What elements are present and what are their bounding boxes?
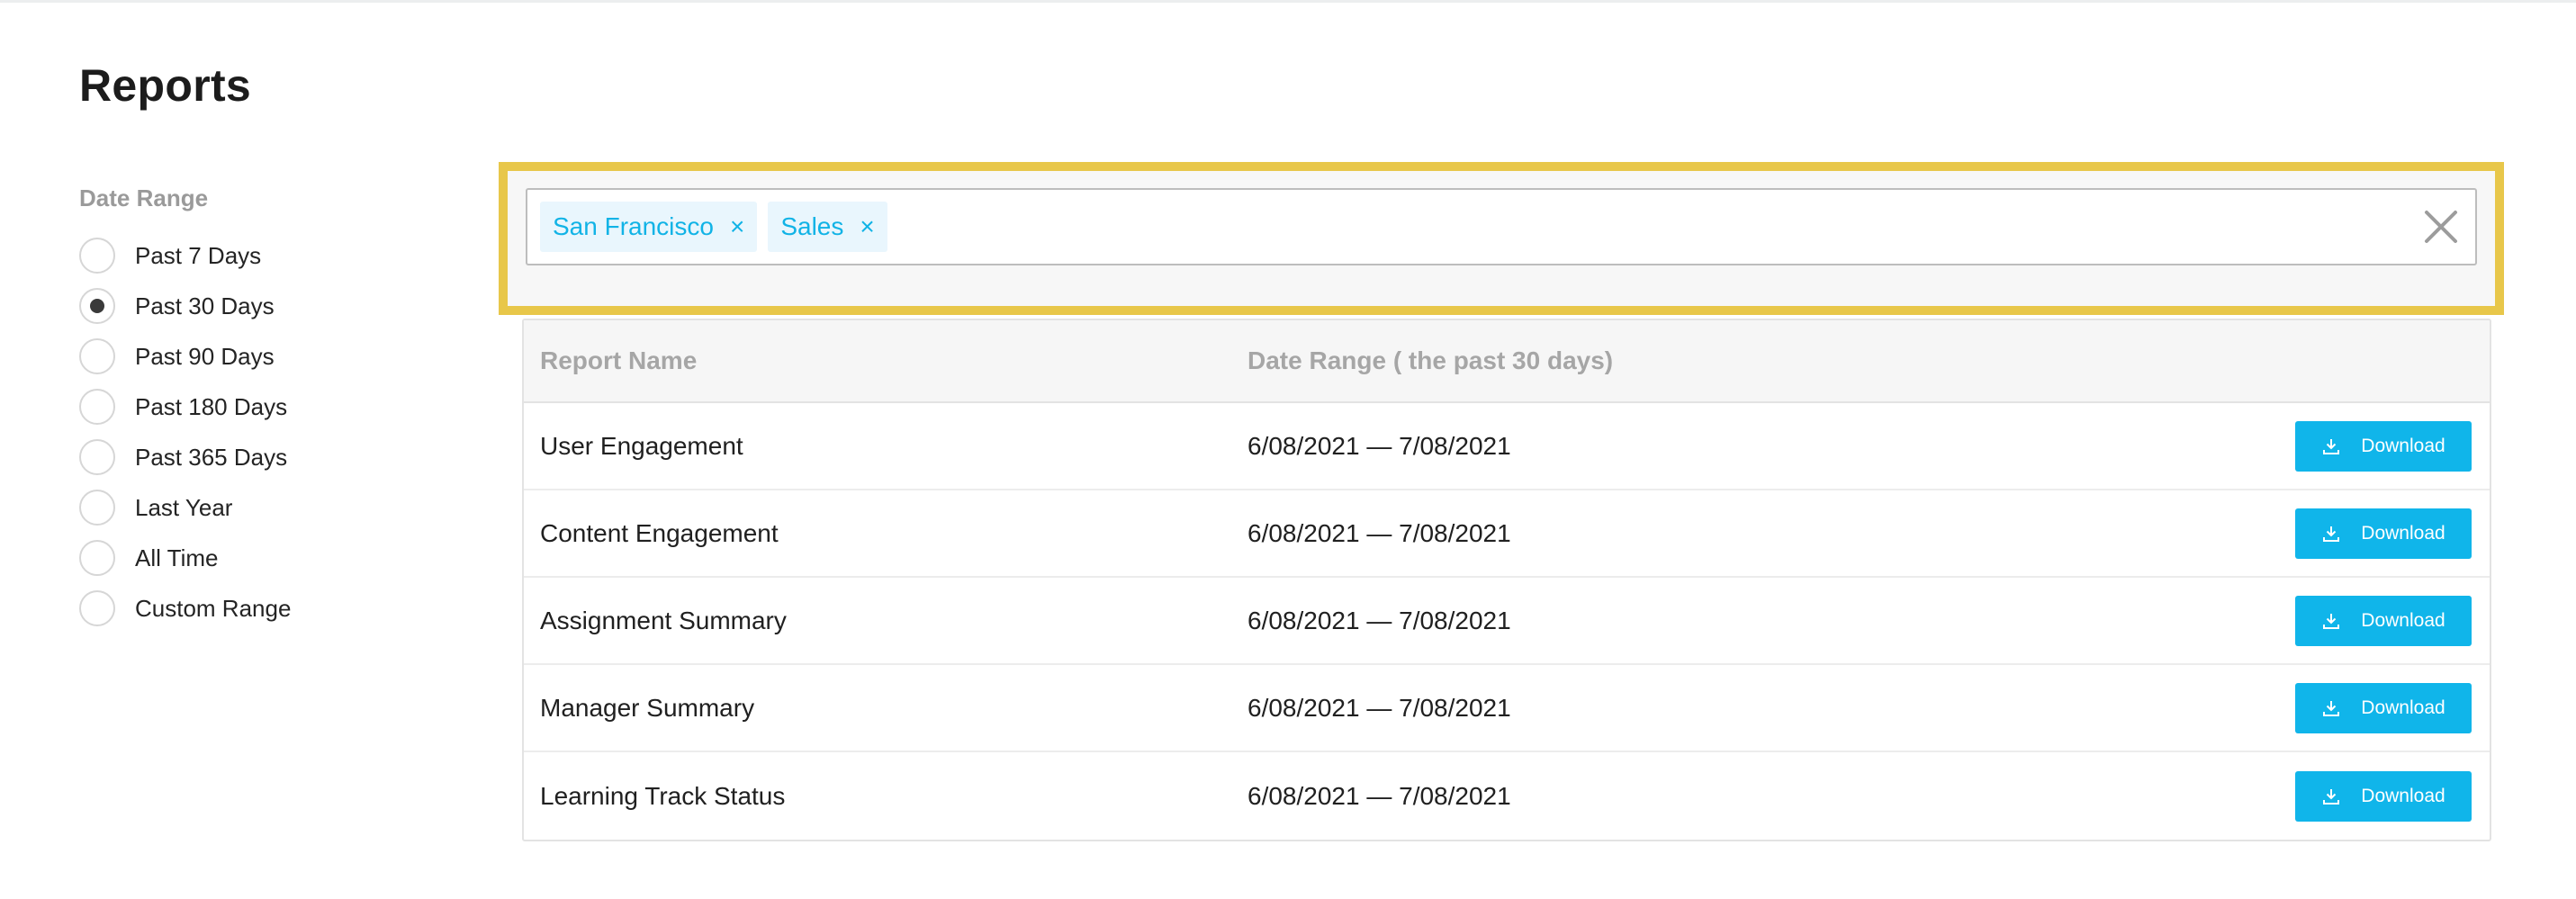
action-cell: Download xyxy=(2295,770,2490,822)
chip-label: San Francisco xyxy=(553,212,714,240)
radio-option-past-7-days[interactable]: Past 7 Days xyxy=(79,230,457,281)
page-title: Reports xyxy=(79,60,252,111)
radio-label: Custom Range xyxy=(135,594,292,622)
download-icon xyxy=(2323,526,2340,542)
radio-option-past-365-days[interactable]: Past 365 Days xyxy=(79,432,457,482)
radio-button[interactable] xyxy=(79,439,115,475)
download-label: Download xyxy=(2361,785,2445,806)
date-range-cell: 6/08/2021 — 7/08/2021 xyxy=(1247,606,1511,634)
chip-label: Sales xyxy=(780,212,844,240)
download-icon xyxy=(2323,613,2340,629)
download-label: Download xyxy=(2361,609,2445,631)
close-icon xyxy=(2425,211,2457,243)
table-row: Assignment Summary 6/08/2021 — 7/08/2021… xyxy=(524,578,2490,665)
chip-remove-icon[interactable]: × xyxy=(860,214,874,239)
date-range-cell: 6/08/2021 — 7/08/2021 xyxy=(1247,518,1511,547)
download-icon xyxy=(2323,700,2340,716)
date-range-heading: Date Range xyxy=(79,184,209,211)
radio-option-past-180-days[interactable]: Past 180 Days xyxy=(79,382,457,432)
action-cell: Download xyxy=(2295,682,2490,733)
date-range-filter: Date Range Past 7 Days Past 30 Days Past… xyxy=(79,182,457,634)
download-button[interactable]: Download xyxy=(2295,595,2472,646)
download-button[interactable]: Download xyxy=(2295,770,2472,822)
radio-button[interactable] xyxy=(79,540,115,576)
radio-label: Past 180 Days xyxy=(135,392,288,420)
download-label: Download xyxy=(2361,435,2445,456)
table-row: Manager Summary 6/08/2021 — 7/08/2021 Do… xyxy=(524,665,2490,752)
top-divider xyxy=(0,0,2576,3)
report-name-cell: User Engagement xyxy=(540,431,743,460)
date-range-cell: 6/08/2021 — 7/08/2021 xyxy=(1247,693,1511,722)
radio-label: All Time xyxy=(135,544,219,571)
chip-remove-icon[interactable]: × xyxy=(730,214,744,239)
report-name-cell: Learning Track Status xyxy=(540,781,786,810)
table-row: Content Engagement 6/08/2021 — 7/08/2021… xyxy=(524,490,2490,578)
radio-label: Last Year xyxy=(135,493,233,521)
filter-bar-highlight: San Francisco × Sales × xyxy=(499,162,2504,315)
radio-option-custom-range[interactable]: Custom Range xyxy=(79,583,457,634)
radio-option-past-90-days[interactable]: Past 90 Days xyxy=(79,331,457,382)
radio-button[interactable] xyxy=(79,338,115,374)
radio-button-selected[interactable] xyxy=(79,288,115,324)
radio-button[interactable] xyxy=(79,389,115,425)
action-cell: Download xyxy=(2295,508,2490,559)
radio-button[interactable] xyxy=(79,590,115,626)
reports-table: Report Name Date Range ( the past 30 day… xyxy=(522,319,2491,841)
table-row: Learning Track Status 6/08/2021 — 7/08/2… xyxy=(524,752,2490,840)
filter-chip-sales[interactable]: Sales × xyxy=(768,202,887,252)
radio-option-last-year[interactable]: Last Year xyxy=(79,482,457,533)
radio-option-past-30-days[interactable]: Past 30 Days xyxy=(79,281,457,331)
download-label: Download xyxy=(2361,697,2445,718)
radio-option-all-time[interactable]: All Time xyxy=(79,533,457,583)
radio-label: Past 90 Days xyxy=(135,342,275,370)
table-header: Report Name Date Range ( the past 30 day… xyxy=(524,320,2490,403)
download-label: Download xyxy=(2361,522,2445,544)
date-range-cell: 6/08/2021 — 7/08/2021 xyxy=(1247,781,1511,810)
report-name-cell: Assignment Summary xyxy=(540,606,787,634)
report-name-cell: Manager Summary xyxy=(540,693,755,722)
download-button[interactable]: Download xyxy=(2295,682,2472,733)
download-icon xyxy=(2323,788,2340,805)
column-header-date-range: Date Range ( the past 30 days) xyxy=(1247,346,1614,374)
column-header-report-name: Report Name xyxy=(540,346,698,374)
date-range-cell: 6/08/2021 — 7/08/2021 xyxy=(1247,431,1511,460)
action-cell: Download xyxy=(2295,595,2490,646)
radio-label: Past 30 Days xyxy=(135,292,275,319)
radio-label: Past 7 Days xyxy=(135,241,262,269)
action-cell: Download xyxy=(2295,420,2490,472)
radio-button[interactable] xyxy=(79,238,115,274)
filter-chip-san-francisco[interactable]: San Francisco × xyxy=(540,202,758,252)
download-button[interactable]: Download xyxy=(2295,508,2472,559)
radio-button[interactable] xyxy=(79,490,115,526)
radio-dot xyxy=(90,299,104,313)
filter-tags-input[interactable]: San Francisco × Sales × xyxy=(526,188,2477,265)
download-button[interactable]: Download xyxy=(2295,420,2472,472)
report-name-cell: Content Engagement xyxy=(540,518,779,547)
date-range-options: Past 7 Days Past 30 Days Past 90 Days Pa… xyxy=(79,230,457,634)
radio-label: Past 365 Days xyxy=(135,443,288,471)
download-icon xyxy=(2323,438,2340,454)
clear-all-button[interactable] xyxy=(2419,205,2463,248)
table-row: User Engagement 6/08/2021 — 7/08/2021 Do… xyxy=(524,403,2490,490)
